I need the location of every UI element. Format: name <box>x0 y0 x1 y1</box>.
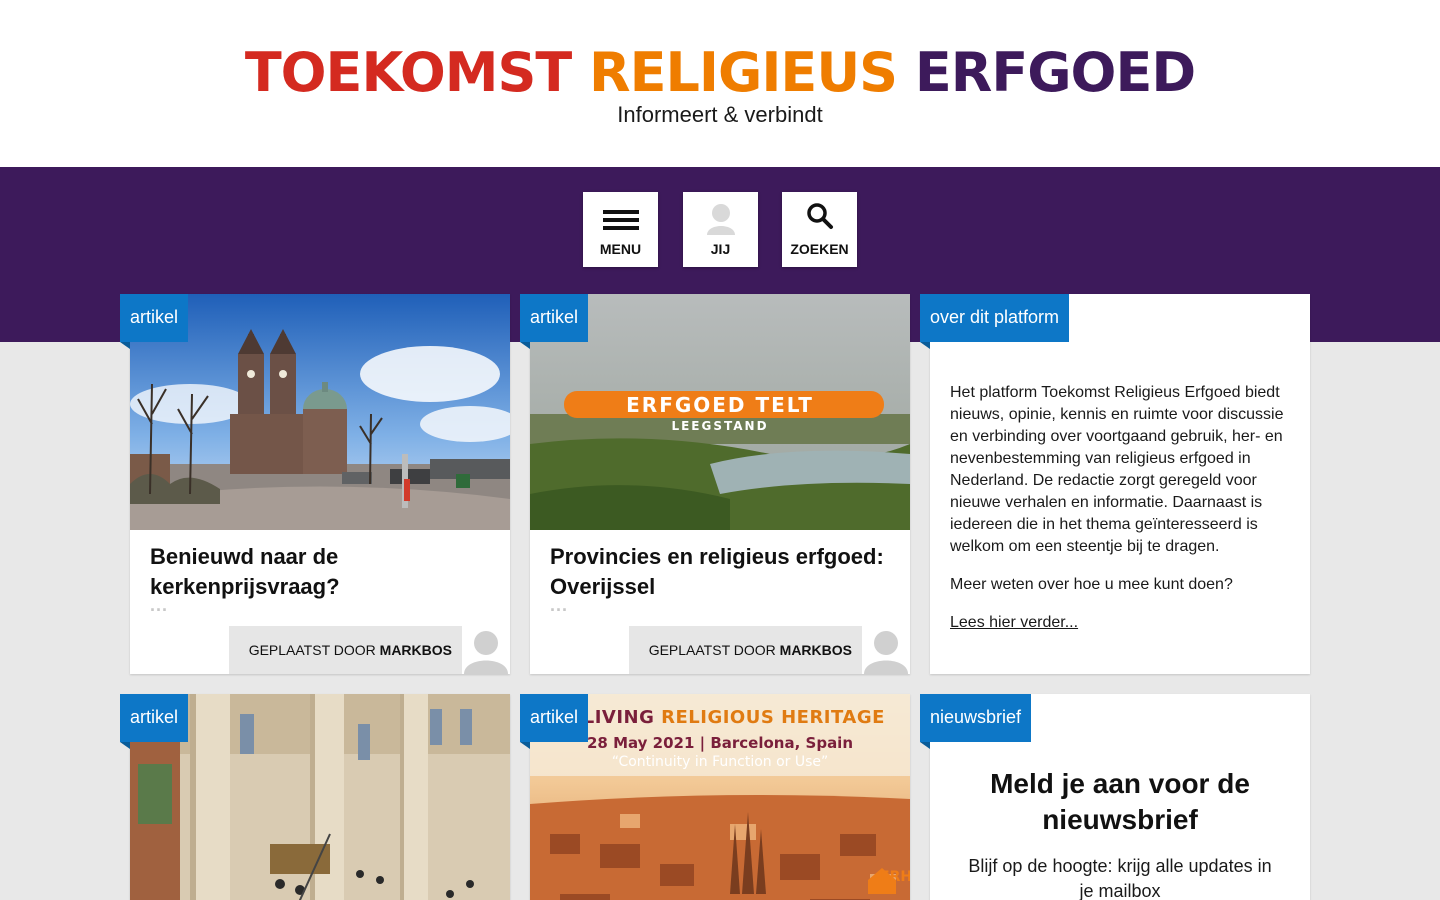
user-icon <box>683 202 758 235</box>
image-event-motto: “Continuity in Function or Use” <box>611 754 829 770</box>
article-card[interactable]: artikel <box>120 694 510 900</box>
image-banner-subtitle: LEEGSTAND <box>671 419 769 433</box>
posted-by[interactable]: GEPLAATST DOOR MARKBOS <box>229 626 462 674</box>
newsletter-card: nieuwsbrief Meld je aan voor de nieuwsbr… <box>920 694 1310 900</box>
avatar-placeholder-icon <box>464 631 508 674</box>
logo-word-toekomst: TOEKOMST <box>244 41 572 104</box>
about-platform-card: over dit platform Het platform Toekomst … <box>920 294 1310 674</box>
article-title[interactable]: Benieuwd naar de kerkenprijsvraag? <box>150 542 495 602</box>
search-label: ZOEKEN <box>790 241 849 257</box>
author-name: MARKBOS <box>779 642 852 658</box>
author-name: MARKBOS <box>379 642 452 658</box>
avatar-placeholder-icon <box>864 631 908 674</box>
category-tag[interactable]: artikel <box>120 294 189 349</box>
category-tag: nieuwsbrief <box>920 694 1032 749</box>
image-event-logo: FRH <box>880 869 910 885</box>
author-avatar[interactable] <box>862 626 910 674</box>
about-paragraph: Het platform Toekomst Religieus Erfgoed … <box>950 384 1284 555</box>
article-card[interactable]: artikel ERFGOED TELT LEEGSTAND Provincie… <box>520 294 910 674</box>
about-text: Het platform Toekomst Religieus Erfgoed … <box>950 382 1290 650</box>
category-tag[interactable]: artikel <box>520 294 589 349</box>
search-button[interactable]: ZOEKEN <box>782 192 857 267</box>
site-tagline: Informeert & verbindt <box>617 102 823 127</box>
user-button[interactable]: JIJ <box>683 192 758 267</box>
site-header: TOEKOMST RELIGIEUS ERFGOED Informeert & … <box>0 0 1440 167</box>
read-more-link[interactable]: Lees hier verder... <box>950 614 1078 631</box>
search-icon <box>782 202 857 234</box>
article-card[interactable]: artikel <box>120 294 510 674</box>
about-question: Meer weten over hoe u mee kunt doen? <box>950 576 1233 593</box>
menu-button[interactable]: MENU <box>583 192 658 267</box>
posted-by-label: GEPLAATST DOOR <box>648 642 776 658</box>
category-tag[interactable]: artikel <box>520 694 589 749</box>
article-title[interactable]: Provincies en religieus erfgoed: Overijs… <box>550 542 895 602</box>
site-logo[interactable]: TOEKOMST RELIGIEUS ERFGOED <box>0 40 1440 106</box>
image-banner-title: ERFGOED TELT <box>626 393 814 417</box>
user-label: JIJ <box>710 241 731 257</box>
excerpt-dots: ... <box>150 595 169 615</box>
logo-word-religieus: RELIGIEUS <box>589 41 898 104</box>
posted-by[interactable]: GEPLAATST DOOR MARKBOS <box>629 626 862 674</box>
posted-by-label: GEPLAATST DOOR <box>248 642 376 658</box>
author-avatar[interactable] <box>462 626 510 674</box>
hamburger-icon <box>583 202 658 234</box>
excerpt-dots: ... <box>550 595 569 615</box>
logo-word-erfgoed: ERFGOED <box>914 41 1196 104</box>
category-tag[interactable]: artikel <box>120 694 189 749</box>
image-event-title-part2: RELIGIOUS HERITAGE <box>661 707 885 728</box>
newsletter-title: Meld je aan voor de nieuwsbrief <box>990 768 1250 835</box>
newsletter-text: Blijf op de hoogte: krijg alle updates i… <box>968 856 1272 900</box>
category-tag: over dit platform <box>920 294 1070 349</box>
menu-label: MENU <box>599 241 642 257</box>
article-card[interactable]: artikel <box>520 694 910 900</box>
